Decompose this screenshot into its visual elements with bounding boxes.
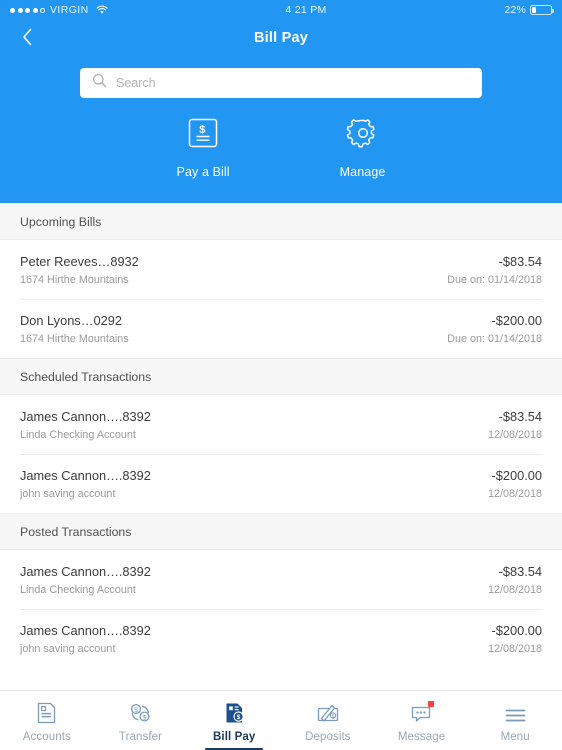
row-amount: -$200.00 [491, 623, 542, 638]
row-amount: -$83.54 [498, 254, 542, 269]
tab-message[interactable]: Message [375, 691, 469, 750]
pay-a-bill-button[interactable]: $ Pay a Bill [177, 116, 230, 179]
table-row[interactable]: James Cannon….8392 john saving account -… [0, 454, 562, 513]
transfer-exchange-icon: $ $ [129, 702, 152, 724]
pay-a-bill-label: Pay a Bill [176, 165, 230, 179]
row-subtitle: john saving account [20, 488, 116, 500]
row-subtitle: john saving account [20, 643, 116, 655]
row-amount: -$200.00 [491, 468, 542, 483]
battery-icon [530, 5, 554, 15]
row-date: Due on: 01/14/2018 [447, 333, 542, 345]
status-bar: VIRGIN 4 21 PM 22% [0, 0, 562, 20]
clock-label: 4 21 PM [285, 4, 327, 16]
notification-badge [428, 701, 435, 707]
row-date: Due on: 01/14/2018 [447, 274, 542, 286]
row-title: James Cannon….8392 [20, 409, 151, 424]
search-bar-container [0, 56, 562, 98]
status-bar-right: 22% [504, 4, 554, 16]
app-screen: VIRGIN 4 21 PM 22% Bill Pay Search $ Pay… [0, 0, 562, 750]
blue-header: VIRGIN 4 21 PM 22% Bill Pay Search $ Pay… [0, 0, 562, 203]
section-header-scheduled-transactions: Scheduled Transactions [0, 358, 562, 395]
signal-strength-icon [10, 7, 45, 13]
invoice-dollar-icon: $ [186, 116, 220, 155]
row-subtitle: 1674 Hirthe Mountains [20, 333, 129, 345]
row-date: 12/08/2018 [487, 643, 542, 655]
tab-label: Bill Pay [213, 731, 256, 743]
row-title: Peter Reeves…8932 [20, 254, 139, 269]
carrier-label: VIRGIN [50, 4, 89, 16]
row-date: 12/08/2018 [487, 584, 542, 596]
section-header-posted-transactions: Posted Transactions [0, 513, 562, 550]
row-amount: -$83.54 [498, 564, 542, 579]
section-header-upcoming-bills: Upcoming Bills [0, 203, 562, 240]
table-row[interactable]: James Cannon….8392 Linda Checking Accoun… [0, 395, 562, 454]
manage-label: Manage [339, 165, 386, 179]
hamburger-menu-icon [504, 702, 527, 724]
row-date: 12/08/2018 [487, 429, 542, 441]
tab-label: Transfer [118, 731, 163, 743]
battery-percent-label: 22% [504, 4, 526, 16]
row-secondary: -$200.00 Due on: 01/14/2018 [447, 313, 542, 345]
nav-bar: Bill Pay [0, 20, 562, 56]
table-row[interactable]: Peter Reeves…8932 1674 Hirthe Mountains … [0, 240, 562, 299]
row-amount: -$83.54 [498, 409, 542, 424]
svg-text:$: $ [134, 707, 138, 714]
row-primary: James Cannon….8392 Linda Checking Accoun… [20, 564, 151, 596]
svg-text:$: $ [236, 714, 240, 721]
tab-label: Deposits [305, 731, 351, 743]
message-bubble-icon [410, 701, 435, 724]
back-button[interactable] [14, 25, 40, 51]
row-secondary: -$83.54 Due on: 01/14/2018 [447, 254, 542, 286]
wifi-icon [96, 5, 108, 15]
manage-button[interactable]: Manage [340, 116, 386, 179]
row-secondary: -$83.54 12/08/2018 [488, 409, 542, 441]
table-row[interactable]: Don Lyons…0292 1674 Hirthe Mountains -$2… [0, 299, 562, 358]
search-bar[interactable] [80, 68, 482, 98]
row-subtitle: Linda Checking Account [20, 584, 136, 596]
tab-label: Message [397, 731, 446, 743]
check-deposit-icon: $ [316, 702, 340, 724]
tab-bill-pay[interactable]: $ Bill Pay [187, 691, 281, 750]
row-subtitle: 1674 Hirthe Mountains [20, 274, 129, 286]
tab-transfer[interactable]: $ $ Transfer [94, 691, 188, 750]
row-secondary: -$200.00 12/08/2018 [488, 623, 542, 655]
tab-label: Menu [500, 731, 530, 743]
row-title: Don Lyons…0292 [20, 313, 122, 328]
gear-icon [346, 116, 380, 155]
tab-menu[interactable]: Menu [468, 691, 562, 750]
row-amount: -$200.00 [491, 313, 542, 328]
row-primary: Don Lyons…0292 1674 Hirthe Mountains [20, 313, 129, 345]
row-primary: James Cannon….8392 john saving account [20, 623, 151, 655]
row-title: James Cannon….8392 [20, 623, 151, 638]
document-account-icon [36, 702, 57, 724]
tab-deposits[interactable]: $ Deposits [281, 691, 375, 750]
page-title: Bill Pay [254, 30, 308, 46]
row-title: James Cannon….8392 [20, 564, 151, 579]
search-input[interactable] [116, 76, 470, 90]
bottom-tab-bar: Accounts $ $ Transfer $ Bill Pay $ Depos… [0, 690, 562, 750]
table-row[interactable]: James Cannon….8392 Linda Checking Accoun… [0, 550, 562, 609]
row-primary: James Cannon….8392 Linda Checking Accoun… [20, 409, 151, 441]
tab-label: Accounts [22, 731, 71, 743]
bill-pay-icon: $ [224, 702, 245, 724]
row-primary: James Cannon….8392 john saving account [20, 468, 151, 500]
transactions-list[interactable]: Upcoming Bills Peter Reeves…8932 1674 Hi… [0, 203, 562, 690]
row-subtitle: Linda Checking Account [20, 429, 136, 441]
search-icon [92, 73, 107, 93]
status-bar-left: VIRGIN [10, 4, 108, 16]
row-date: 12/08/2018 [487, 488, 542, 500]
row-title: James Cannon….8392 [20, 468, 151, 483]
table-row[interactable]: James Cannon….8392 john saving account -… [0, 609, 562, 668]
row-secondary: -$83.54 12/08/2018 [488, 564, 542, 596]
chevron-left-icon [22, 28, 33, 49]
tab-accounts[interactable]: Accounts [0, 691, 94, 750]
svg-text:$: $ [199, 124, 205, 136]
row-secondary: -$200.00 12/08/2018 [488, 468, 542, 500]
row-primary: Peter Reeves…8932 1674 Hirthe Mountains [20, 254, 139, 286]
svg-text:$: $ [143, 715, 147, 722]
quick-actions: $ Pay a Bill Manage [0, 98, 562, 179]
